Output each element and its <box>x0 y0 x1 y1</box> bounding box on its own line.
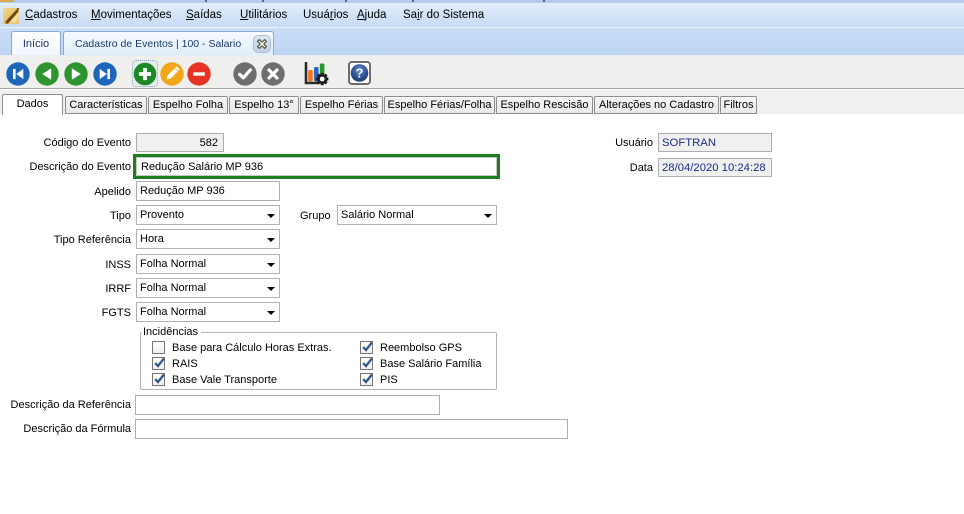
svg-text:?: ? <box>356 66 364 81</box>
